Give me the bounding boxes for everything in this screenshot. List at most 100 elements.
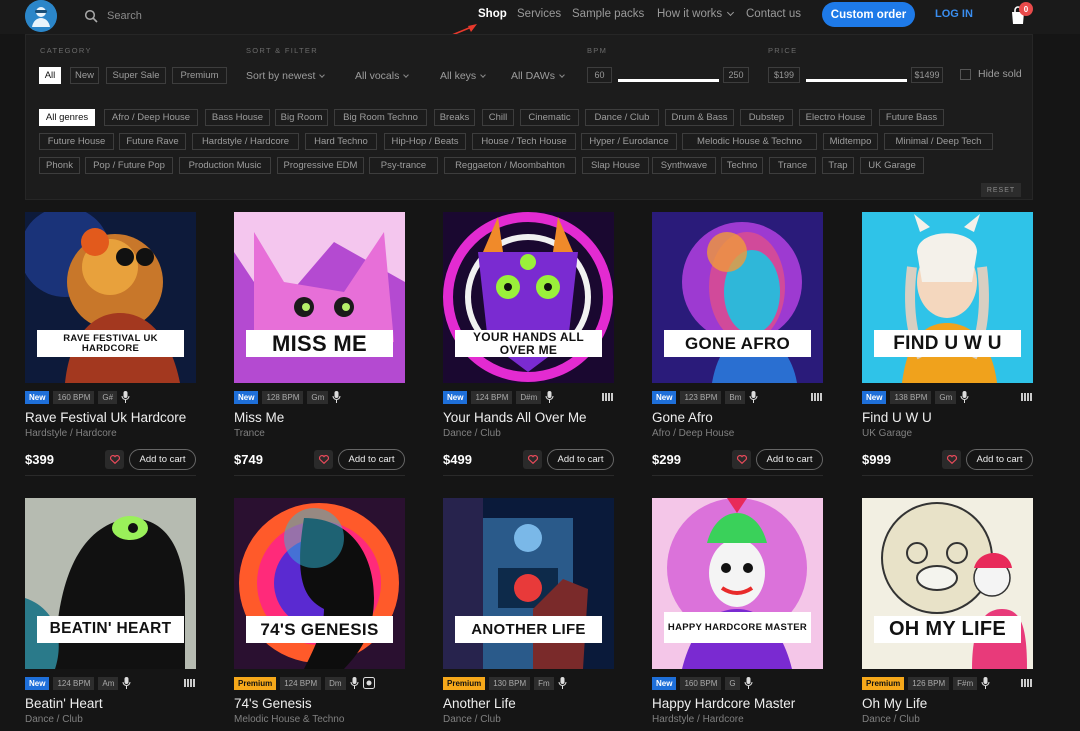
sort-dropdown[interactable]: Sort by newest	[246, 70, 326, 82]
product-card[interactable]: RAVE FESTIVAL UK HARDCORE New 160 BPM G# Rav…	[25, 212, 196, 476]
product-card[interactable]: OH MY LIFE Premium 126 BPM F#m Oh My Life Dan…	[862, 498, 1033, 725]
product-artwork[interactable]: 74'S GENESIS	[234, 498, 405, 669]
price-min-input[interactable]: $199	[768, 67, 800, 83]
product-artwork[interactable]: OH MY LIFE	[862, 498, 1033, 669]
genre-chip[interactable]: Hyper / Eurodance	[581, 133, 677, 150]
genre-chip[interactable]: Midtempo	[823, 133, 878, 150]
genre-chip[interactable]: Breaks	[434, 109, 475, 126]
category-super-sale[interactable]: Super Sale	[106, 67, 166, 84]
wishlist-button[interactable]	[314, 450, 333, 469]
nav-sample-packs[interactable]: Sample packs	[572, 8, 644, 20]
genre-chip[interactable]: Psy-trance	[369, 157, 438, 174]
genre-chip[interactable]: All genres	[39, 109, 95, 126]
product-title[interactable]: Gone Afro	[652, 410, 713, 425]
bpm-range-slider[interactable]	[618, 79, 719, 82]
product-title[interactable]: Happy Hardcore Master	[652, 696, 795, 711]
genre-chip[interactable]: Electro House	[799, 109, 872, 126]
genre-chip[interactable]: Reggaeton / Moombahton	[444, 157, 576, 174]
category-premium[interactable]: Premium	[172, 67, 227, 84]
genre-chip[interactable]: Future House	[39, 133, 114, 150]
product-title[interactable]: Another Life	[443, 696, 516, 711]
genre-chip[interactable]: Phonk	[39, 157, 80, 174]
wishlist-button[interactable]	[105, 450, 124, 469]
custom-order-button[interactable]: Custom order	[822, 2, 915, 27]
product-artwork[interactable]: MISS ME	[234, 212, 405, 383]
product-title[interactable]: Rave Festival Uk Hardcore	[25, 410, 186, 425]
vocals-dropdown[interactable]: All vocals	[355, 70, 410, 82]
genre-chip[interactable]: Synthwave	[652, 157, 716, 174]
wishlist-button[interactable]	[732, 450, 751, 469]
logo[interactable]	[25, 0, 57, 32]
reset-button[interactable]: RESET	[981, 183, 1021, 197]
genre-chip[interactable]: Production Music	[179, 157, 271, 174]
price-range-slider[interactable]	[806, 79, 907, 82]
nav-services[interactable]: Services	[517, 8, 561, 20]
genre-chip[interactable]: Techno	[721, 157, 763, 174]
genre-chip[interactable]: UK Garage	[860, 157, 924, 174]
product-card[interactable]: BEATIN' HEART New 124 BPM Am Beatin' Heart Da…	[25, 498, 196, 725]
product-title[interactable]: Oh My Life	[862, 696, 927, 711]
product-artwork[interactable]: GONE AFRO	[652, 212, 823, 383]
genre-chip[interactable]: Future Bass	[879, 109, 944, 126]
genre-chip[interactable]: Trance	[769, 157, 816, 174]
genre-chip[interactable]: Chill	[482, 109, 514, 126]
genre-chip[interactable]: Cinematic	[520, 109, 579, 126]
genre-chip[interactable]: House / Tech House	[472, 133, 576, 150]
product-card[interactable]: HAPPY HARDCORE MASTER New 160 BPM G Happy Ha…	[652, 498, 823, 725]
category-new[interactable]: New	[70, 67, 99, 84]
nav-contact-us[interactable]: Contact us	[746, 8, 801, 20]
add-to-cart-button[interactable]: Add to cart	[966, 449, 1033, 470]
product-artwork[interactable]: FIND U W U	[862, 212, 1033, 383]
genre-chip[interactable]: Dance / Club	[585, 109, 659, 126]
product-artwork[interactable]: HAPPY HARDCORE MASTER	[652, 498, 823, 669]
genre-chip[interactable]: Hard Techno	[305, 133, 377, 150]
product-artwork[interactable]: ANOTHER LIFE	[443, 498, 614, 669]
product-artwork[interactable]: RAVE FESTIVAL UK HARDCORE	[25, 212, 196, 383]
product-artwork[interactable]: YOUR HANDS ALL OVER ME	[443, 212, 614, 383]
wishlist-button[interactable]	[942, 450, 961, 469]
genre-chip[interactable]: Melodic House & Techno	[682, 133, 817, 150]
add-to-cart-button[interactable]: Add to cart	[338, 449, 405, 470]
add-to-cart-button[interactable]: Add to cart	[129, 449, 196, 470]
product-card[interactable]: 74'S GENESIS Premium 124 BPM Dm 74's Genesis…	[234, 498, 405, 725]
add-to-cart-button[interactable]: Add to cart	[547, 449, 614, 470]
product-title[interactable]: Miss Me	[234, 410, 284, 425]
genre-chip[interactable]: Slap House	[582, 157, 649, 174]
wishlist-button[interactable]	[523, 450, 542, 469]
genre-chip[interactable]: Hardstyle / Hardcore	[192, 133, 299, 150]
nav-shop[interactable]: Shop	[478, 8, 507, 20]
hide-sold-checkbox[interactable]	[960, 69, 971, 80]
genre-chip[interactable]: Pop / Future Pop	[85, 157, 173, 174]
nav-how-it-works[interactable]: How it works	[657, 8, 735, 20]
product-title[interactable]: Find U W U	[862, 410, 932, 425]
product-title[interactable]: Your Hands All Over Me	[443, 410, 587, 425]
product-card[interactable]: MISS ME New 128 BPM Gm Miss Me Trance $749 Add …	[234, 212, 405, 476]
category-all[interactable]: All	[39, 67, 61, 84]
product-card[interactable]: ANOTHER LIFE Premium 130 BPM Fm Another Life…	[443, 498, 614, 725]
genre-chip[interactable]: Dubstep	[740, 109, 793, 126]
keys-dropdown[interactable]: All keys	[440, 70, 487, 82]
bpm-max-input[interactable]: 250	[723, 67, 749, 83]
product-card[interactable]: YOUR HANDS ALL OVER ME New 124 BPM D#m Your …	[443, 212, 614, 476]
genre-chip[interactable]: Drum & Bass	[665, 109, 734, 126]
add-to-cart-button[interactable]: Add to cart	[756, 449, 823, 470]
genre-chip[interactable]: Trap	[822, 157, 854, 174]
product-title[interactable]: 74's Genesis	[234, 696, 312, 711]
product-card[interactable]: GONE AFRO New 123 BPM Bm Gone Afro Afro / Dee…	[652, 212, 823, 476]
genre-chip[interactable]: Future Rave	[119, 133, 186, 150]
genre-chip[interactable]: Hip-Hop / Beats	[384, 133, 466, 150]
genre-chip[interactable]: Big Room Techno	[334, 109, 427, 126]
product-title[interactable]: Beatin' Heart	[25, 696, 103, 711]
login-link[interactable]: LOG IN	[935, 8, 973, 20]
genre-chip[interactable]: Bass House	[205, 109, 270, 126]
price-max-input[interactable]: $1499	[911, 67, 943, 83]
bpm-min-input[interactable]: 60	[587, 67, 612, 83]
product-card[interactable]: FIND U W U New 138 BPM Gm Find U W U UK Garag…	[862, 212, 1033, 476]
daws-dropdown[interactable]: All DAWs	[511, 70, 565, 82]
genre-chip[interactable]: Big Room	[275, 109, 328, 126]
search-input[interactable]	[107, 10, 247, 22]
genre-chip[interactable]: Progressive EDM	[277, 157, 364, 174]
genre-chip[interactable]: Afro / Deep House	[104, 109, 198, 126]
product-artwork[interactable]: BEATIN' HEART	[25, 498, 196, 669]
genre-chip[interactable]: Minimal / Deep Tech	[884, 133, 993, 150]
